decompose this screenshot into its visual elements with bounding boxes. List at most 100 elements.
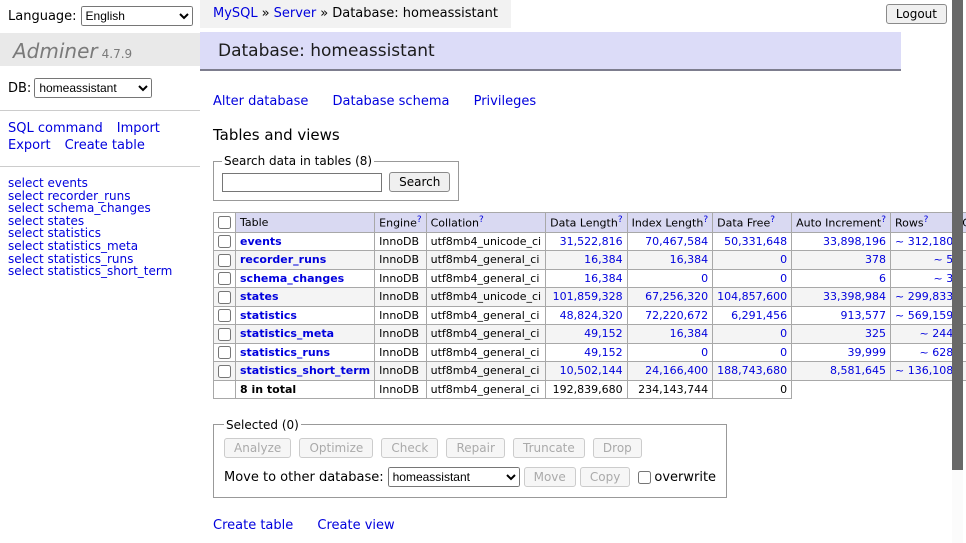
db-select[interactable]: homeassistant <box>34 78 152 98</box>
table-name-link[interactable]: statistics_meta <box>240 327 334 340</box>
app-version: 4.7.9 <box>102 47 133 61</box>
column-help-link[interactable]: ? <box>417 215 422 225</box>
table-header-row: Table Engine? Collation? Data Length? In… <box>214 213 966 233</box>
sidebar-table-link[interactable]: select statistics_meta <box>8 240 192 253</box>
selected-buttons-row: Analyze Optimize Check Repair Truncate D… <box>224 438 716 458</box>
create-link[interactable]: Create view <box>317 518 394 533</box>
scrollbar-thumb[interactable] <box>952 0 963 470</box>
breadcrumb-mysql-link[interactable]: MySQL <box>213 6 258 21</box>
index-length-cell: 70,467,584 <box>627 232 713 251</box>
selected-action-button[interactable]: Analyze <box>224 438 291 458</box>
sidebar-link-export[interactable]: Export <box>8 138 51 153</box>
total-data-free-cell: 0 <box>713 380 792 398</box>
column-help-link[interactable]: ? <box>618 215 623 225</box>
search-input[interactable] <box>222 173 382 192</box>
database-action-link[interactable]: Privileges <box>474 94 537 109</box>
sidebar-table-link[interactable]: select schema_changes <box>8 202 192 215</box>
selected-action-button[interactable]: Drop <box>593 438 642 458</box>
total-engine-cell: InnoDB <box>375 380 426 398</box>
rows-count-cell[interactable]: ~ 3 <box>891 269 958 288</box>
table-name-cell: events <box>236 232 375 251</box>
create-link[interactable]: Create table <box>213 518 293 533</box>
column-help-link[interactable]: ? <box>479 215 484 225</box>
index-length-cell: 72,220,672 <box>627 306 713 325</box>
database-action-link[interactable]: Alter database <box>213 94 308 109</box>
row-checkbox[interactable] <box>218 272 231 285</box>
overwrite-checkbox[interactable] <box>638 471 651 484</box>
auto-increment-cell: 8,581,645 <box>792 362 891 381</box>
table-row: schema_changes InnoDB utf8mb4_general_ci… <box>214 269 966 288</box>
sidebar-link-create-table[interactable]: Create table <box>65 138 145 153</box>
row-checkbox[interactable] <box>218 235 231 248</box>
selected-action-button[interactable]: Optimize <box>299 438 373 458</box>
column-help-link[interactable]: ? <box>703 215 708 225</box>
row-checkbox[interactable] <box>218 254 231 267</box>
move-db-select[interactable]: homeassistant <box>388 467 520 487</box>
auto-increment-cell: 33,398,984 <box>792 288 891 307</box>
engine-cell: InnoDB <box>375 232 426 251</box>
search-fieldset: Search data in tables (8) Search <box>213 154 459 201</box>
table-name-cell: statistics_runs <box>236 343 375 362</box>
row-checkbox[interactable] <box>218 291 231 304</box>
rows-count-cell[interactable]: ~ 569,159 <box>891 306 958 325</box>
sidebar-link-import[interactable]: Import <box>117 121 160 136</box>
rows-count-cell[interactable]: ~ 5 <box>891 251 958 270</box>
sidebar-table-link[interactable]: select statistics_short_term <box>8 265 192 278</box>
data-free-cell: 0 <box>713 251 792 270</box>
overwrite-label[interactable]: overwrite <box>654 470 716 485</box>
column-help-link[interactable]: ? <box>881 215 886 225</box>
column-help-link[interactable]: ? <box>924 215 929 225</box>
select-all-checkbox[interactable] <box>218 216 231 229</box>
copy-button[interactable]: Copy <box>580 467 630 487</box>
table-name-cell: statistics <box>236 306 375 325</box>
row-checkbox[interactable] <box>218 365 231 378</box>
table-name-cell: statistics_short_term <box>236 362 375 381</box>
table-name-link[interactable]: states <box>240 290 279 303</box>
table-name-link[interactable]: statistics_runs <box>240 346 330 359</box>
collation-cell: utf8mb4_general_ci <box>426 362 545 381</box>
column-help-link[interactable]: ? <box>770 215 775 225</box>
move-button[interactable]: Move <box>524 467 576 487</box>
rows-count-cell[interactable]: ~ 244 <box>891 325 958 344</box>
breadcrumb-server-link[interactable]: Server <box>274 6 317 21</box>
table-name-link[interactable]: statistics_short_term <box>240 364 370 377</box>
search-button[interactable]: Search <box>389 172 450 192</box>
data-length-cell: 49,152 <box>546 343 627 362</box>
rows-count-cell[interactable]: ~ 312,180 <box>891 232 958 251</box>
rows-count-cell[interactable]: ~ 299,833 <box>891 288 958 307</box>
table-name-link[interactable]: statistics <box>240 309 297 322</box>
rows-count-cell[interactable]: ~ 628 <box>891 343 958 362</box>
column-header: Auto Increment? <box>792 213 891 233</box>
rows-count-cell[interactable]: ~ 136,108 <box>891 362 958 381</box>
sidebar-link-sql-command[interactable]: SQL command <box>8 121 103 136</box>
tables-overview-table: Table Engine? Collation? Data Length? In… <box>213 212 966 399</box>
row-checkbox[interactable] <box>218 328 231 341</box>
create-links-row: Create table Create view <box>213 518 966 533</box>
vertical-scrollbar[interactable] <box>952 0 963 543</box>
app-name: Adminer <box>13 39 98 63</box>
collation-cell: utf8mb4_general_ci <box>426 251 545 270</box>
selected-action-button[interactable]: Truncate <box>513 438 585 458</box>
language-select[interactable]: English <box>81 6 193 26</box>
data-free-cell: 6,291,456 <box>713 306 792 325</box>
row-checkbox-cell <box>214 269 236 288</box>
sidebar-table-link[interactable]: select events <box>8 177 192 190</box>
row-checkbox[interactable] <box>218 346 231 359</box>
data-free-cell: 0 <box>713 325 792 344</box>
selected-action-button[interactable]: Repair <box>446 438 504 458</box>
engine-cell: InnoDB <box>375 362 426 381</box>
selected-action-button[interactable]: Check <box>381 438 438 458</box>
table-row: statistics InnoDB utf8mb4_general_ci 48,… <box>214 306 966 325</box>
data-length-cell: 16,384 <box>546 251 627 270</box>
table-name-link[interactable]: events <box>240 235 282 248</box>
logout-button[interactable]: Logout <box>886 4 947 24</box>
table-name-link[interactable]: schema_changes <box>240 272 344 285</box>
auto-increment-cell: 325 <box>792 325 891 344</box>
engine-cell: InnoDB <box>375 325 426 344</box>
database-action-link[interactable]: Database schema <box>333 94 450 109</box>
data-free-cell: 0 <box>713 269 792 288</box>
row-checkbox[interactable] <box>218 309 231 322</box>
column-header: Table <box>236 213 375 233</box>
table-name-link[interactable]: recorder_runs <box>240 253 326 266</box>
auto-increment-cell: 378 <box>792 251 891 270</box>
